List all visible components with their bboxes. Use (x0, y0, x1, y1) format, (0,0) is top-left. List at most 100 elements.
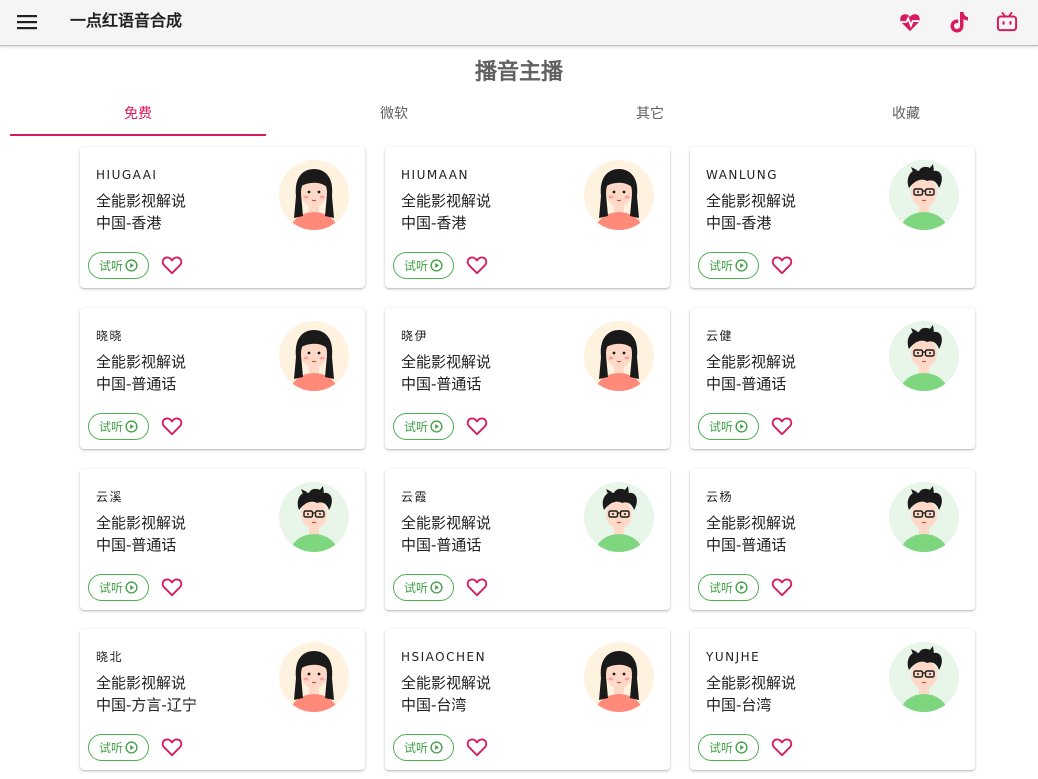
try-listen-button[interactable]: 试听 (88, 252, 149, 279)
try-listen-button[interactable]: 试听 (393, 574, 454, 601)
voice-region: 中国-普通话 (96, 375, 177, 393)
try-listen-label: 试听 (98, 259, 123, 273)
voice-name: 晓北 (96, 650, 124, 664)
heart-outline-icon[interactable] (160, 575, 184, 599)
try-listen-button[interactable]: 试听 (88, 734, 149, 761)
voice-card[interactable]: HSIAOCHEN 全能影视解说 中国-台湾 试听 (385, 629, 670, 770)
app-bar: 一点红语音合成 (0, 0, 1038, 46)
voice-category: 全能影视解说 (96, 353, 187, 371)
voice-category: 全能影视解说 (401, 353, 492, 371)
try-listen-button[interactable]: 试听 (698, 252, 759, 279)
try-listen-button[interactable]: 试听 (393, 252, 454, 279)
voice-name: HIUGAAI (96, 168, 158, 182)
heart-outline-icon[interactable] (465, 253, 489, 277)
voice-name: 晓晓 (96, 329, 124, 343)
voice-card[interactable]: 晓伊 全能影视解说 中国-普通话 试听 (385, 308, 670, 449)
try-listen-button[interactable]: 试听 (698, 413, 759, 440)
voice-region: 中国-方言-辽宁 (96, 696, 197, 714)
heart-outline-icon[interactable] (465, 414, 489, 438)
tab-other[interactable]: 其它 (522, 96, 778, 136)
heart-outline-icon[interactable] (160, 253, 184, 277)
play-circle-icon (735, 581, 748, 594)
male-avatar-icon (889, 642, 959, 712)
try-listen-label: 试听 (98, 741, 123, 755)
voice-region: 中国-台湾 (401, 696, 467, 714)
heart-outline-icon[interactable] (770, 575, 794, 599)
page-title: 播音主播 (474, 60, 563, 85)
play-circle-icon (735, 741, 748, 754)
voice-name: YUNJHE (706, 650, 761, 664)
voice-category: 全能影视解说 (401, 674, 492, 692)
voice-region: 中国-普通话 (401, 375, 482, 393)
heart-outline-icon[interactable] (160, 735, 184, 759)
heart-outline-icon[interactable] (465, 575, 489, 599)
female-avatar-icon (279, 160, 349, 230)
tab-free[interactable]: 免费 (10, 96, 266, 136)
tiktok-icon[interactable] (946, 9, 972, 35)
try-listen-button[interactable]: 试听 (393, 734, 454, 761)
female-avatar-icon (279, 642, 349, 712)
bilibili-icon[interactable] (994, 9, 1020, 35)
try-listen-label: 试听 (98, 420, 123, 434)
voice-category: 全能影视解说 (706, 353, 797, 371)
play-circle-icon (430, 259, 443, 272)
try-listen-label: 试听 (708, 259, 733, 273)
try-listen-button[interactable]: 试听 (698, 734, 759, 761)
try-listen-label: 试听 (708, 420, 733, 434)
try-listen-label: 试听 (403, 581, 428, 595)
voice-card[interactable]: HIUMAAN 全能影视解说 中国-香港 试听 (385, 147, 670, 288)
try-listen-label: 试听 (403, 420, 428, 434)
voice-region: 中国-香港 (96, 214, 162, 232)
heart-outline-icon[interactable] (770, 414, 794, 438)
try-listen-button[interactable]: 试听 (393, 413, 454, 440)
tab-microsoft[interactable]: 微软 (266, 96, 522, 136)
heart-outline-icon[interactable] (465, 735, 489, 759)
voice-card[interactable]: 云杨 全能影视解说 中国-普通话 试听 (690, 469, 975, 610)
voice-name: WANLUNG (706, 168, 779, 182)
voice-category: 全能影视解说 (706, 192, 797, 210)
heart-outline-icon[interactable] (160, 414, 184, 438)
tab-favorites[interactable]: 收藏 (778, 96, 1034, 136)
play-circle-icon (125, 420, 138, 433)
female-avatar-icon (584, 321, 654, 391)
voice-region: 中国-台湾 (706, 696, 772, 714)
voice-card[interactable]: WANLUNG 全能影视解说 中国-香港 试听 (690, 147, 975, 288)
voice-region: 中国-普通话 (706, 375, 787, 393)
voice-card[interactable]: 云健 全能影视解说 中国-普通话 试听 (690, 308, 975, 449)
voice-category: 全能影视解说 (401, 514, 492, 532)
try-listen-label: 试听 (403, 259, 428, 273)
female-avatar-icon (584, 642, 654, 712)
female-avatar-icon (584, 160, 654, 230)
heart-outline-icon[interactable] (770, 253, 794, 277)
heart-pulse-icon[interactable] (897, 9, 923, 35)
voice-name: 云霞 (401, 490, 429, 504)
voice-name: HSIAOCHEN (401, 650, 487, 664)
try-listen-label: 试听 (98, 581, 123, 595)
try-listen-button[interactable]: 试听 (88, 574, 149, 601)
voice-card[interactable]: 云溪 全能影视解说 中国-普通话 试听 (80, 469, 365, 610)
male-avatar-icon (889, 482, 959, 552)
try-listen-label: 试听 (403, 741, 428, 755)
voice-category: 全能影视解说 (706, 514, 797, 532)
try-listen-button[interactable]: 试听 (88, 413, 149, 440)
voice-category: 全能影视解说 (96, 674, 187, 692)
try-listen-button[interactable]: 试听 (698, 574, 759, 601)
play-circle-icon (125, 259, 138, 272)
voice-name: 云溪 (96, 490, 124, 504)
voice-card[interactable]: 晓晓 全能影视解说 中国-普通话 试听 (80, 308, 365, 449)
voice-region: 中国-普通话 (96, 536, 177, 554)
heart-outline-icon[interactable] (770, 735, 794, 759)
voice-card[interactable]: HIUGAAI 全能影视解说 中国-香港 试听 (80, 147, 365, 288)
voice-name: HIUMAAN (401, 168, 469, 182)
menu-icon[interactable] (14, 10, 40, 34)
voice-card[interactable]: 云霞 全能影视解说 中国-普通话 试听 (385, 469, 670, 610)
play-circle-icon (430, 420, 443, 433)
tab-bar: 免费 微软 其它 收藏 (10, 96, 1034, 136)
voice-name: 晓伊 (401, 329, 429, 343)
voice-card[interactable]: YUNJHE 全能影视解说 中国-台湾 试听 (690, 629, 975, 770)
play-circle-icon (735, 420, 748, 433)
female-avatar-icon (279, 321, 349, 391)
voice-region: 中国-普通话 (706, 536, 787, 554)
voice-category: 全能影视解说 (96, 514, 187, 532)
voice-card[interactable]: 晓北 全能影视解说 中国-方言-辽宁 试听 (80, 629, 365, 770)
